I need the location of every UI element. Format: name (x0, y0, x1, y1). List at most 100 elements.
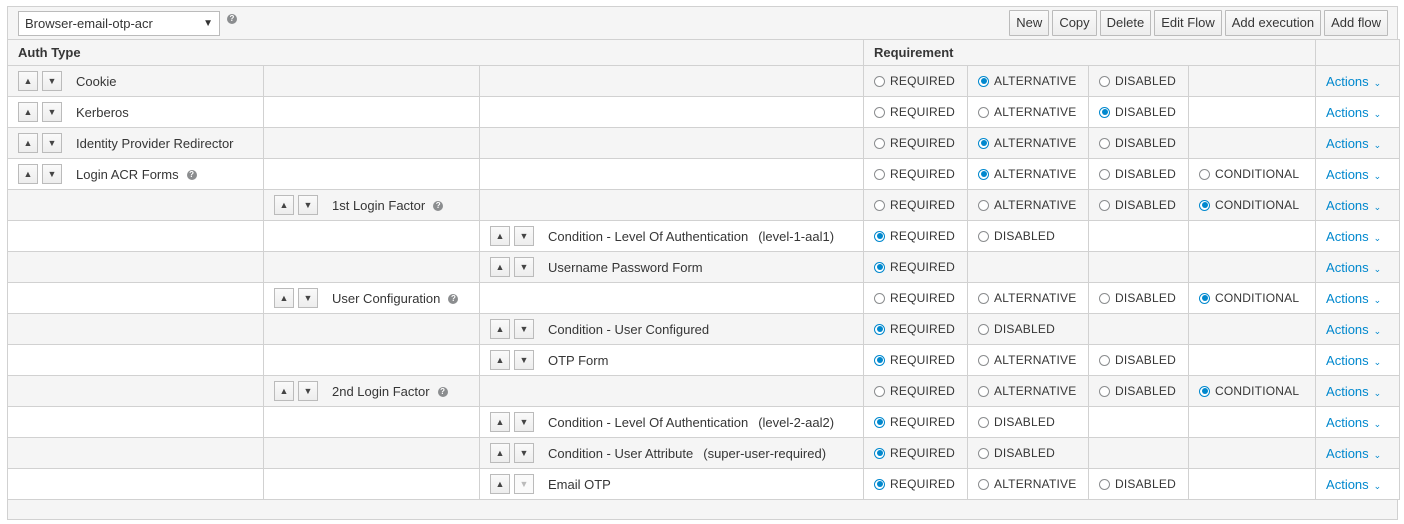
requirement-option-required[interactable]: REQUIRED (865, 415, 967, 429)
requirement-option-disabled[interactable]: DISABLED (1090, 477, 1188, 491)
actions-dropdown[interactable]: Actions ⌄ (1317, 105, 1381, 120)
radio-button[interactable] (978, 230, 989, 242)
copy-button[interactable]: Copy (1052, 10, 1097, 36)
requirement-option-required[interactable]: REQUIRED (865, 446, 967, 460)
chevron-up-icon[interactable]: ▲ (274, 195, 294, 215)
radio-button[interactable] (978, 75, 989, 87)
requirement-option-alternative[interactable]: ALTERNATIVE (969, 198, 1088, 212)
radio-button[interactable] (978, 323, 989, 335)
chevron-down-icon[interactable]: ▼ (514, 474, 534, 494)
radio-button[interactable] (874, 106, 885, 118)
chevron-down-icon[interactable]: ▼ (514, 226, 534, 246)
requirement-option-disabled[interactable]: DISABLED (1090, 105, 1188, 119)
requirement-option-required[interactable]: REQUIRED (865, 198, 967, 212)
radio-button[interactable] (1199, 292, 1210, 304)
radio-button[interactable] (1099, 106, 1110, 118)
radio-button[interactable] (1099, 199, 1110, 211)
requirement-option-conditional[interactable]: CONDITIONAL (1190, 167, 1315, 181)
radio-button[interactable] (874, 416, 885, 428)
requirement-option-required[interactable]: REQUIRED (865, 105, 967, 119)
radio-button[interactable] (1199, 385, 1210, 397)
requirement-option-disabled[interactable]: DISABLED (969, 415, 1088, 429)
actions-dropdown[interactable]: Actions ⌄ (1317, 74, 1381, 89)
radio-button[interactable] (874, 478, 885, 490)
chevron-up-icon[interactable]: ▲ (490, 412, 510, 432)
chevron-down-icon[interactable]: ▼ (42, 71, 62, 91)
actions-dropdown[interactable]: Actions ⌄ (1317, 477, 1381, 492)
requirement-option-conditional[interactable]: CONDITIONAL (1190, 384, 1315, 398)
requirement-option-required[interactable]: REQUIRED (865, 229, 967, 243)
edit-flow-button[interactable]: Edit Flow (1154, 10, 1222, 36)
requirement-option-disabled[interactable]: DISABLED (1090, 167, 1188, 181)
requirement-option-disabled[interactable]: DISABLED (1090, 136, 1188, 150)
delete-button[interactable]: Delete (1099, 10, 1152, 36)
radio-button[interactable] (874, 261, 885, 273)
radio-button[interactable] (1099, 75, 1110, 87)
requirement-option-disabled[interactable]: DISABLED (1090, 198, 1188, 212)
actions-dropdown[interactable]: Actions ⌄ (1317, 446, 1381, 461)
actions-dropdown[interactable]: Actions ⌄ (1317, 322, 1381, 337)
requirement-option-alternative[interactable]: ALTERNATIVE (969, 74, 1088, 88)
requirement-option-alternative[interactable]: ALTERNATIVE (969, 384, 1088, 398)
add-flow-button[interactable]: Add flow (1324, 10, 1388, 36)
actions-dropdown[interactable]: Actions ⌄ (1317, 167, 1381, 182)
requirement-option-required[interactable]: REQUIRED (865, 384, 967, 398)
chevron-up-icon[interactable]: ▲ (18, 102, 38, 122)
actions-dropdown[interactable]: Actions ⌄ (1317, 260, 1381, 275)
radio-button[interactable] (1099, 478, 1110, 490)
chevron-up-icon[interactable]: ▲ (490, 257, 510, 277)
new-button[interactable]: New (1009, 10, 1050, 36)
chevron-up-icon[interactable]: ▲ (490, 443, 510, 463)
requirement-option-conditional[interactable]: CONDITIONAL (1190, 198, 1315, 212)
flow-select[interactable]: Browser-email-otp-acr ▼ (18, 11, 220, 36)
radio-button[interactable] (978, 137, 989, 149)
actions-dropdown[interactable]: Actions ⌄ (1317, 353, 1381, 368)
radio-button[interactable] (874, 354, 885, 366)
chevron-up-icon[interactable]: ▲ (274, 381, 294, 401)
chevron-up-icon[interactable]: ▲ (18, 71, 38, 91)
requirement-option-required[interactable]: REQUIRED (865, 322, 967, 336)
chevron-up-icon[interactable]: ▲ (490, 474, 510, 494)
requirement-option-required[interactable]: REQUIRED (865, 477, 967, 491)
requirement-option-conditional[interactable]: CONDITIONAL (1190, 291, 1315, 305)
chevron-down-icon[interactable]: ▼ (514, 412, 534, 432)
requirement-option-alternative[interactable]: ALTERNATIVE (969, 477, 1088, 491)
radio-button[interactable] (874, 137, 885, 149)
chevron-up-icon[interactable]: ▲ (18, 164, 38, 184)
radio-button[interactable] (1099, 385, 1110, 397)
requirement-option-alternative[interactable]: ALTERNATIVE (969, 291, 1088, 305)
chevron-up-icon[interactable]: ▲ (274, 288, 294, 308)
radio-button[interactable] (978, 447, 989, 459)
requirement-option-required[interactable]: REQUIRED (865, 353, 967, 367)
chevron-down-icon[interactable]: ▼ (514, 319, 534, 339)
radio-button[interactable] (874, 199, 885, 211)
requirement-option-disabled[interactable]: DISABLED (1090, 74, 1188, 88)
chevron-down-icon[interactable]: ▼ (42, 133, 62, 153)
actions-dropdown[interactable]: Actions ⌄ (1317, 384, 1381, 399)
chevron-up-icon[interactable]: ▲ (18, 133, 38, 153)
add-execution-button[interactable]: Add execution (1224, 10, 1322, 36)
actions-dropdown[interactable]: Actions ⌄ (1317, 198, 1381, 213)
radio-button[interactable] (978, 416, 989, 428)
actions-dropdown[interactable]: Actions ⌄ (1317, 291, 1381, 306)
radio-button[interactable] (1099, 292, 1110, 304)
requirement-option-disabled[interactable]: DISABLED (969, 446, 1088, 460)
requirement-option-alternative[interactable]: ALTERNATIVE (969, 167, 1088, 181)
chevron-down-icon[interactable]: ▼ (514, 257, 534, 277)
requirement-option-disabled[interactable]: DISABLED (969, 322, 1088, 336)
requirement-option-disabled[interactable]: DISABLED (1090, 353, 1188, 367)
chevron-down-icon[interactable]: ▼ (298, 288, 318, 308)
requirement-option-required[interactable]: REQUIRED (865, 291, 967, 305)
requirement-option-alternative[interactable]: ALTERNATIVE (969, 136, 1088, 150)
radio-button[interactable] (874, 168, 885, 180)
radio-button[interactable] (874, 292, 885, 304)
radio-button[interactable] (978, 385, 989, 397)
chevron-down-icon[interactable]: ▼ (514, 350, 534, 370)
chevron-up-icon[interactable]: ▲ (490, 319, 510, 339)
actions-dropdown[interactable]: Actions ⌄ (1317, 415, 1381, 430)
requirement-option-disabled[interactable]: DISABLED (1090, 384, 1188, 398)
radio-button[interactable] (978, 168, 989, 180)
chevron-up-icon[interactable]: ▲ (490, 350, 510, 370)
radio-button[interactable] (874, 385, 885, 397)
requirement-option-required[interactable]: REQUIRED (865, 260, 967, 274)
